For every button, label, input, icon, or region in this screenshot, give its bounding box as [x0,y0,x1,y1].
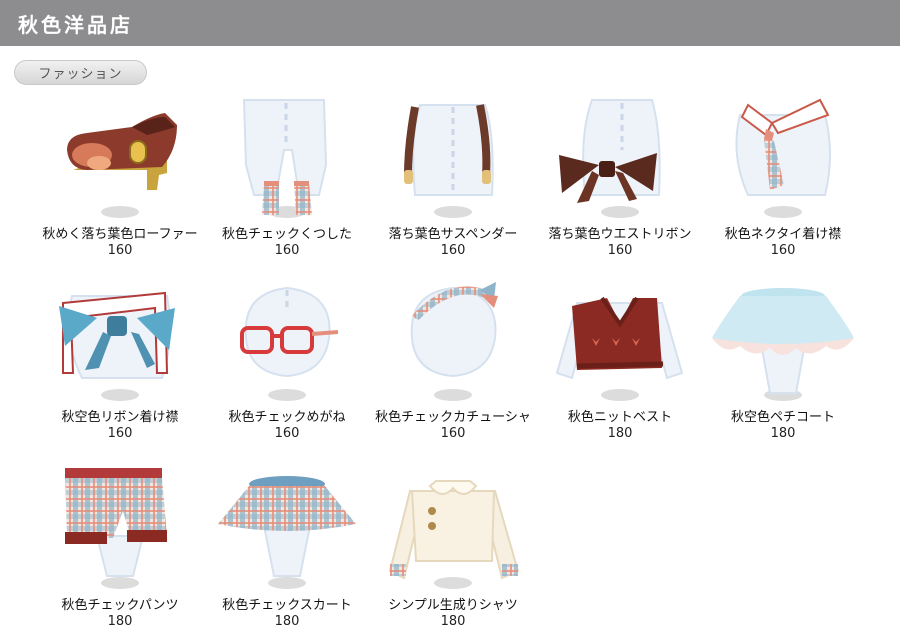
shop-item[interactable]: 秋色チェックカチューシャ 160 [370,278,536,448]
item-name: 秋めく落ち葉色ローファー [42,227,198,242]
suspenders-icon [404,104,494,218]
petticoat-icon [712,288,854,401]
category-tab-fashion[interactable]: ファッション [14,60,147,85]
item-price: 160 [107,426,133,441]
check-pants-icon [65,468,167,589]
shop-item[interactable]: 落ち葉色ウエストリボン 160 [537,95,703,265]
shop-item[interactable]: 秋色チェックスカート 180 [204,466,370,636]
loafer-icon [67,113,177,218]
item-name: 秋空色ペチコート [730,410,835,425]
item-price: 160 [607,243,633,258]
item-name: 秋空色リボン着け襟 [61,410,179,425]
item-price: 180 [770,426,796,441]
shop-item[interactable]: 秋色ネクタイ着け襟 160 [700,95,866,265]
item-name: 秋色チェックパンツ [61,598,179,613]
item-name: 秋色チェックくつした [221,227,352,242]
item-price: 160 [440,243,466,258]
shop-item[interactable]: 秋色チェックめがね 160 [204,278,370,448]
glasses-icon [240,286,339,401]
item-name: 秋色チェックスカート [222,598,352,613]
item-price: 180 [107,614,133,629]
item-price: 160 [770,243,796,258]
shirt-icon [388,480,520,589]
item-name: 落ち葉色サスペンダー [388,227,518,242]
ribbon-collar-icon [59,291,175,401]
item-name: 秋色チェックカチューシャ [375,410,531,425]
socks-icon [242,99,328,218]
item-name: 秋色チェックめがね [228,410,346,425]
headband-icon [410,282,498,401]
item-price: 160 [107,243,133,258]
item-price: 160 [274,243,300,258]
item-price: 180 [607,426,633,441]
shop-item[interactable]: 落ち葉色サスペンダー 160 [370,95,536,265]
shop-item[interactable]: シンプル生成りシャツ 180 [370,466,536,636]
item-name: 落ち葉色ウエストリボン [548,227,692,242]
waist-ribbon-icon [559,99,661,218]
shop-item[interactable]: 秋色チェックくつした 160 [204,95,370,265]
shop-item[interactable]: 秋空色ペチコート 180 [700,278,866,448]
item-name: シンプル生成りシャツ [388,598,518,613]
shop-item[interactable]: 秋色チェックパンツ 180 [37,466,203,636]
check-skirt-icon [218,476,356,589]
item-price: 180 [274,614,300,629]
knit-vest-icon [555,296,684,401]
item-name: 秋色ニットベスト [567,410,673,425]
shop-title: 秋色洋品店 [18,13,133,37]
necktie-collar-icon [735,98,831,218]
shop-item[interactable]: 秋色ニットベスト 180 [537,278,703,448]
item-price: 160 [440,426,466,441]
shop-item[interactable]: 秋めく落ち葉色ローファー 160 [37,95,203,265]
item-price: 180 [440,614,466,629]
shop-item[interactable]: 秋空色リボン着け襟 160 [37,278,203,448]
item-price: 160 [274,426,300,441]
title-bar: 秋色洋品店 [0,0,900,46]
item-name: 秋色ネクタイ着け襟 [724,227,842,242]
